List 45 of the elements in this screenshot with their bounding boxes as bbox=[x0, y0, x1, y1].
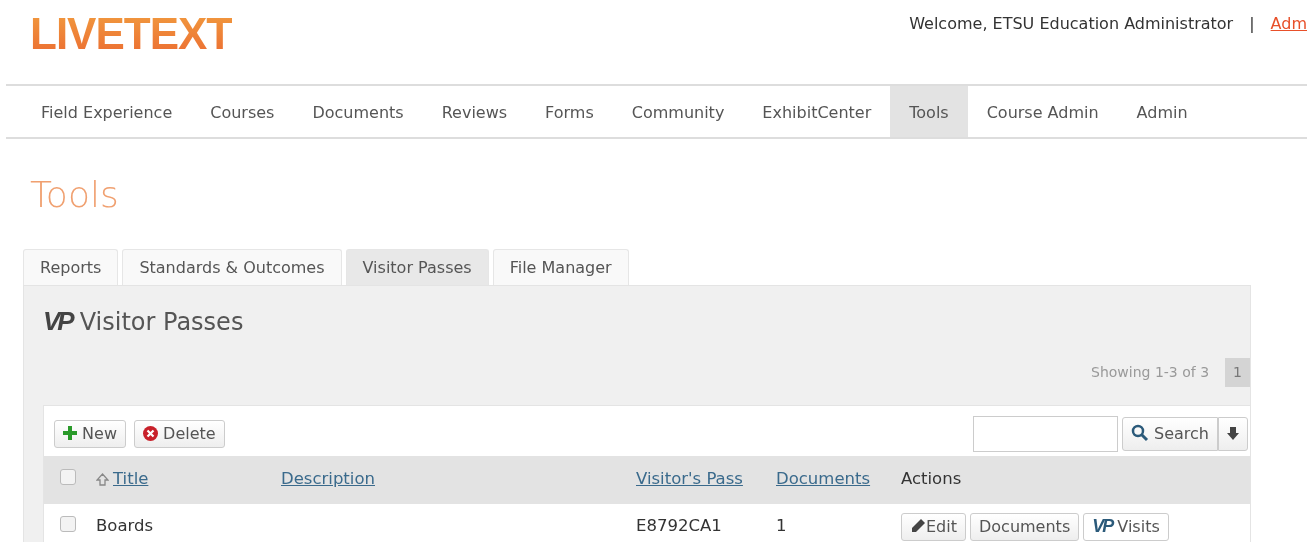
tab[interactable]: Visitor Passes bbox=[345, 248, 489, 285]
showing-text: Showing 1-3 of 3 bbox=[1091, 362, 1210, 382]
tab[interactable]: Reports bbox=[23, 248, 119, 285]
delete-button[interactable]: Delete bbox=[134, 419, 225, 448]
visits-button[interactable]: VP Visits bbox=[1083, 512, 1169, 541]
dropdown-button[interactable] bbox=[1218, 416, 1248, 451]
column-header-link[interactable]: Description bbox=[281, 467, 375, 492]
nav-item[interactable]: Courses bbox=[191, 86, 294, 137]
nav-item[interactable]: Tools bbox=[890, 86, 968, 137]
nav-item[interactable]: Field Experience bbox=[22, 86, 192, 137]
column-header-link[interactable]: Title bbox=[113, 467, 149, 492]
nav-item[interactable]: ExhibitCenter bbox=[743, 86, 891, 137]
pencil-icon bbox=[910, 517, 926, 534]
vp-logo-icon: VP bbox=[43, 306, 72, 338]
checkbox[interactable] bbox=[60, 468, 76, 485]
nav-item[interactable]: Reviews bbox=[422, 86, 527, 137]
edit-button[interactable]: Edit bbox=[901, 512, 966, 541]
search-field[interactable] bbox=[972, 415, 1118, 452]
new-button[interactable]: New bbox=[54, 419, 126, 448]
search-button[interactable]: Search bbox=[1121, 416, 1218, 451]
table-cell: 1 bbox=[776, 516, 787, 536]
tab[interactable]: File Manager bbox=[492, 248, 629, 285]
nav-item[interactable]: Documents bbox=[293, 86, 423, 137]
nav-item[interactable]: Community bbox=[612, 86, 744, 137]
close-icon bbox=[143, 425, 158, 441]
documents-button[interactable]: Documents bbox=[970, 512, 1080, 541]
table-cell: Boards bbox=[96, 516, 154, 536]
page-title: Tools bbox=[30, 175, 120, 215]
vp-logo-icon: VP bbox=[1092, 515, 1113, 536]
checkbox[interactable] bbox=[60, 515, 76, 532]
arrow-down-icon bbox=[1227, 427, 1239, 442]
column-header-link[interactable]: Documents bbox=[776, 467, 871, 492]
welcome-text: Welcome, ETSU Education Administrator bbox=[909, 13, 1234, 35]
column-header-link[interactable]: Visitor's Pass bbox=[636, 467, 743, 492]
separator-text: | bbox=[1249, 13, 1255, 35]
plus-icon bbox=[63, 425, 77, 440]
tab[interactable]: Standards & Outcomes bbox=[122, 248, 342, 285]
admin-link[interactable]: Adm bbox=[1270, 12, 1307, 36]
nav-item[interactable]: Admin bbox=[1117, 86, 1207, 137]
search-icon bbox=[1130, 423, 1149, 442]
nav-item[interactable]: Course Admin bbox=[967, 86, 1118, 137]
nav-item[interactable]: Forms bbox=[526, 86, 613, 137]
table-cell: E8792CA1 bbox=[636, 516, 722, 536]
column-label: Actions bbox=[901, 468, 962, 491]
panel-title: Visitor Passes bbox=[79, 306, 244, 338]
